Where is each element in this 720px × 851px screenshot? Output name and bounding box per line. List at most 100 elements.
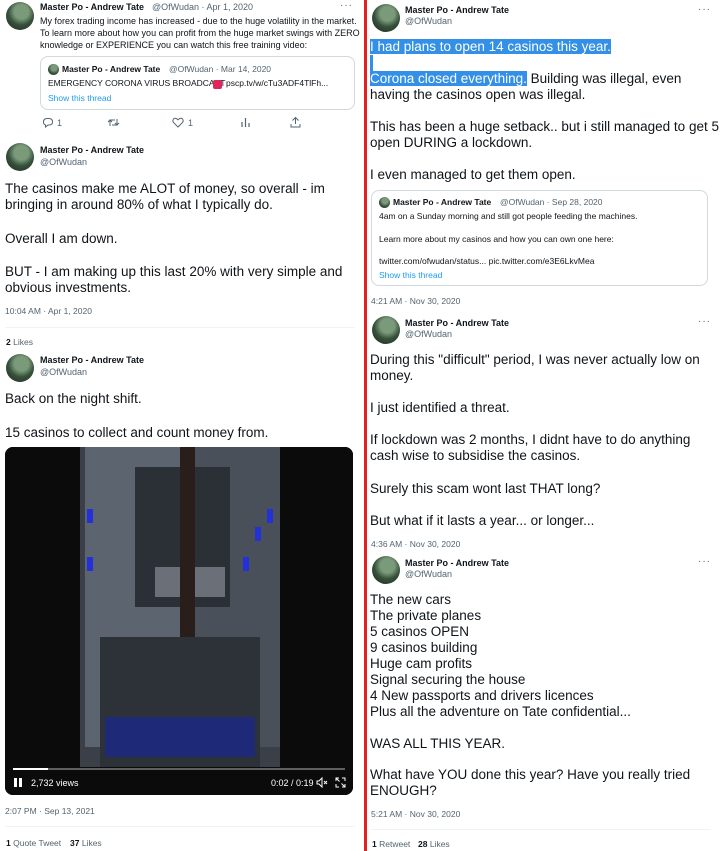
selected-text: Corona closed everything.	[370, 71, 527, 86]
likes-label: Likes	[13, 337, 33, 347]
tweet-text-line: The new cars	[370, 592, 452, 607]
quoted-tweet-text-line: Learn more about my casinos and how you …	[379, 234, 614, 244]
highlighted-text-line: Corona closed everything. Building was i…	[370, 71, 681, 87]
tweet-text-line: money.	[370, 368, 414, 383]
video-progress-bar[interactable]	[13, 768, 345, 770]
share-button[interactable]	[290, 116, 301, 130]
right-thread-column: Master Po - Andrew Tate @OfWudan ··· I h…	[368, 0, 720, 851]
broadcast-emoji-icon	[213, 80, 222, 89]
retweet-label: Retweet	[379, 839, 411, 849]
selection-gap	[370, 55, 373, 71]
avatar[interactable]	[6, 143, 34, 171]
avatar[interactable]	[6, 2, 34, 30]
video-frame	[5, 447, 353, 795]
author-handle[interactable]: @OfWudan	[405, 569, 452, 579]
tweet-text-line: 5 casinos OPEN	[370, 624, 470, 639]
tweet-text-line: knowledge or EXPERIENCE you can watch th…	[40, 40, 308, 50]
tweet-text-line: Overall I am down.	[5, 231, 118, 246]
tweet-text: Building was illegal, even	[526, 71, 682, 86]
quote-label: Quote Tweet	[13, 838, 62, 848]
video-time: 0:02 / 0:19	[271, 778, 314, 788]
author-handle[interactable]: @OfWudan	[40, 157, 87, 167]
tweet-text-line: Signal securing the house	[370, 672, 526, 687]
tweet-text-line: obvious investments.	[5, 280, 132, 295]
likes-count: 2	[6, 337, 11, 347]
more-options-icon[interactable]: ···	[698, 4, 711, 15]
likes-stat[interactable]: 2 Likes	[6, 337, 33, 347]
author-handle[interactable]: @OfWudan	[40, 367, 87, 377]
quoted-tweet[interactable]: Master Po - Andrew Tate @OfWudan · Mar 1…	[40, 56, 355, 110]
likes-stat[interactable]: 37 Likes	[70, 838, 102, 848]
like-button[interactable]	[172, 117, 184, 130]
tweet-timestamp[interactable]: 4:36 AM · Nov 30, 2020	[371, 539, 460, 549]
tweet-text-line: 9 casinos building	[370, 640, 478, 655]
tweet-text-line: But what if it lasts a year... or longer…	[370, 513, 595, 528]
avatar[interactable]	[372, 4, 400, 32]
tweet-text-line: bringing in around 80% of what I typical…	[5, 197, 273, 212]
quote-tweets-stat[interactable]: 1 Quote Tweet	[6, 838, 61, 848]
avatar[interactable]	[372, 556, 400, 584]
author-name[interactable]: Master Po - Andrew Tate	[40, 355, 144, 365]
tweet-text-line: WAS ALL THIS YEAR.	[370, 736, 506, 751]
tweet-text-line: I even managed to get them open.	[370, 167, 576, 182]
quoted-tweet-links[interactable]: twitter.com/ofwudan/status... pic.twitte…	[379, 256, 594, 267]
tweet-text-line: Surely this scam wont last THAT long?	[370, 481, 601, 496]
retweet-icon	[107, 119, 120, 126]
retweets-stat[interactable]: 1 Retweet	[372, 839, 410, 849]
author-name[interactable]: Master Po - Andrew Tate	[405, 318, 509, 328]
quoted-author-handle-date: @OfWudan · Mar 14, 2020	[169, 64, 272, 74]
heart-icon	[172, 117, 184, 128]
quoted-link[interactable]: pscp.tv/w/cTu3ADF4TlFh...	[226, 78, 328, 89]
avatar[interactable]	[6, 354, 34, 382]
author-handle[interactable]: @OfWudan	[405, 329, 452, 339]
show-thread-link[interactable]: Show this thread	[48, 93, 111, 103]
selected-text: I had plans to open 14 casinos this year…	[370, 39, 611, 54]
tweet-text-line: If lockdown was 2 months, I didnt have t…	[370, 432, 691, 447]
tweet-text-line: The casinos make me ALOT of money, so ov…	[5, 181, 325, 196]
tweet-text-line: ENOUGH?	[370, 783, 437, 798]
tweet-text-line: During this "difficult" period, I was ne…	[370, 352, 700, 367]
likes-stat[interactable]: 28 Likes	[418, 839, 450, 849]
avatar[interactable]	[372, 316, 400, 344]
show-thread-link[interactable]: Show this thread	[379, 270, 442, 280]
share-icon	[290, 116, 301, 128]
retweet-button[interactable]	[107, 117, 120, 130]
video-progress-fill	[13, 768, 48, 770]
tweet-timestamp[interactable]: 4:21 AM · Nov 30, 2020	[371, 296, 460, 306]
likes-label: Likes	[81, 838, 102, 848]
author-name[interactable]: Master Po - Andrew Tate	[40, 145, 144, 155]
pause-icon	[14, 778, 22, 787]
author-handle-date[interactable]: @OfWudan · Apr 1, 2020	[152, 2, 253, 12]
likes-count: 28	[418, 839, 428, 849]
video-view-count: 2,732 views	[31, 778, 79, 788]
reply-button[interactable]	[42, 117, 54, 130]
author-handle[interactable]: @OfWudan	[405, 16, 452, 26]
tweet-timestamp[interactable]: 10:04 AM · Apr 1, 2020	[5, 306, 92, 316]
quoted-author-name: Master Po - Andrew Tate	[62, 64, 161, 74]
tweet-timestamp[interactable]: 2:07 PM · Sep 13, 2021	[5, 806, 95, 816]
tweet-text-line: BUT - I am making up this last 20% with …	[5, 264, 343, 279]
more-options-icon[interactable]: ···	[698, 556, 711, 567]
quoted-tweet[interactable]: Master Po - Andrew Tate @OfWudan · Sep 2…	[371, 190, 708, 286]
video-player[interactable]: 2,732 views 0:02 / 0:19	[5, 447, 353, 795]
tweet-text-line: open DURING a lockdown.	[370, 135, 533, 150]
analytics-icon	[241, 118, 250, 127]
author-name[interactable]: Master Po - Andrew Tate	[405, 558, 509, 568]
left-thread-column: Master Po - Andrew Tate @OfWudan · Apr 1…	[0, 0, 362, 851]
analytics-button[interactable]	[240, 117, 251, 130]
tweet-text-line: The private planes	[370, 608, 482, 623]
more-options-icon[interactable]: ···	[698, 316, 711, 327]
tweet-text-line: This has been a huge setback.. but i sti…	[370, 119, 719, 134]
more-options-icon[interactable]: ···	[340, 0, 353, 11]
avatar	[48, 64, 59, 75]
author-name[interactable]: Master Po - Andrew Tate	[405, 5, 509, 15]
tweet-text-line: My forex trading income has increased - …	[40, 16, 357, 26]
tweet-text-line: 15 casinos to collect and count money fr…	[5, 425, 269, 440]
tweet-timestamp[interactable]: 5:21 AM · Nov 30, 2020	[371, 809, 460, 819]
quoted-author-handle-date: @OfWudan · Sep 28, 2020	[500, 197, 603, 207]
retweet-count: 1	[372, 839, 377, 849]
quoted-tweet-text: EMERGENCY CORONA VIRUS BROADCAST	[48, 78, 226, 88]
likes-label: Likes	[429, 839, 450, 849]
author-name[interactable]: Master Po - Andrew Tate	[40, 2, 144, 12]
tweet-text-line: having the casinos open was illegal.	[370, 87, 586, 102]
